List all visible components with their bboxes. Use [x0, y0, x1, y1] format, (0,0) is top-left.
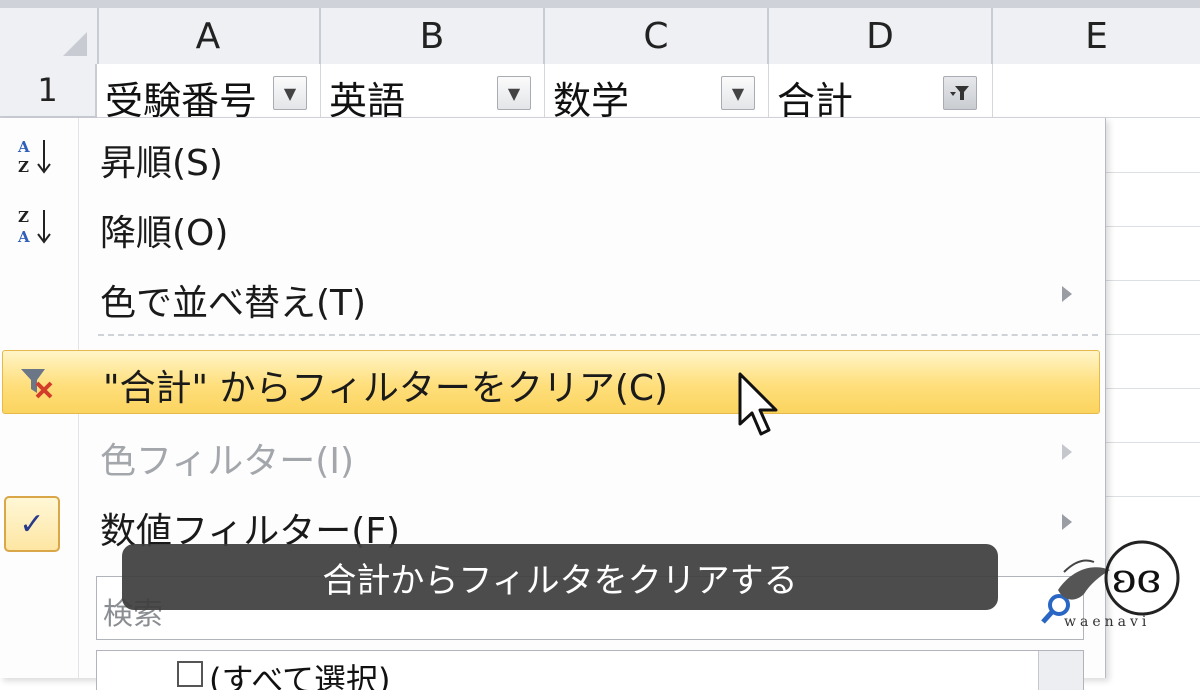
cell-e1[interactable] [993, 64, 1200, 118]
dropdown-arrow-icon: ▼ [507, 83, 521, 103]
submenu-arrow-icon [1062, 444, 1072, 460]
menu-item-label: "合計" からフィルターをクリア(C) [103, 368, 669, 409]
submenu-arrow-icon [1062, 514, 1072, 530]
window-top-edge [0, 0, 1200, 8]
header-cell-c1[interactable]: 数学 ▼ [545, 64, 769, 118]
mouse-cursor-icon [738, 372, 778, 436]
column-header-b[interactable]: B [321, 8, 545, 64]
corner-triangle-icon [63, 32, 87, 56]
filter-applied-icon [950, 86, 969, 100]
svg-text:A: A [17, 138, 30, 156]
list-scrollbar[interactable] [1038, 651, 1083, 690]
filter-dropdown-a[interactable]: ▼ [273, 76, 307, 110]
logo-text: waenavi [1064, 614, 1151, 630]
column-header-a[interactable]: A [97, 8, 321, 64]
grid-line [1105, 334, 1200, 335]
header-cell-a1[interactable]: 受験番号 ▼ [97, 64, 321, 118]
column-header-d[interactable]: D [769, 8, 993, 64]
sort-descending-icon: Z A [6, 202, 62, 250]
select-all-corner[interactable] [0, 8, 99, 64]
submenu-arrow-icon [1062, 286, 1072, 302]
caption-overlay: 合計からフィルタをクリアする [122, 544, 998, 610]
dropdown-arrow-icon: ▼ [283, 83, 297, 103]
menu-item-label: 色フィルター(I) [100, 441, 354, 482]
select-all-label: (すべて選択) [209, 661, 391, 690]
row-header-1[interactable]: 1 [0, 64, 97, 118]
sort-ascending-icon: A Z [6, 132, 62, 180]
header-cell-d1[interactable]: 合計 [769, 64, 993, 118]
svg-text:ʚɞ: ʚɞ [1112, 556, 1161, 602]
filter-dropdown-d-active[interactable] [943, 76, 977, 110]
grid-line [1105, 388, 1200, 389]
menu-item-label: 降順(O) [100, 213, 229, 254]
dropdown-arrow-icon: ▼ [731, 83, 745, 103]
checkmark-icon: ✓ [4, 496, 60, 552]
grid-line [1105, 442, 1200, 443]
filter-dropdown-c[interactable]: ▼ [721, 76, 755, 110]
menu-separator [98, 334, 1098, 336]
grid-line [1105, 496, 1200, 497]
cell-text: 受験番号 [105, 79, 258, 118]
cell-text: 英語 [329, 79, 406, 118]
cell-text: 合計 [777, 79, 854, 118]
menu-item-label: 昇順(S) [100, 143, 223, 184]
grid-line [1105, 172, 1200, 173]
menu-item-label: 色で並べ替え(T) [100, 283, 367, 324]
menu-item-sort-by-color[interactable]: 色で並べ替え(T) [0, 264, 1100, 328]
grid-line [1105, 280, 1200, 281]
column-header-c[interactable]: C [545, 8, 769, 64]
menu-item-sort-ascending[interactable]: A Z 昇順(S) [0, 124, 1100, 188]
filter-dropdown-b[interactable]: ▼ [497, 76, 531, 110]
menu-item-color-filter[interactable]: 色フィルター(I) [0, 422, 1100, 486]
cell-text: 数学 [553, 79, 630, 118]
column-header-e[interactable]: E [993, 8, 1200, 64]
svg-text:Z: Z [18, 158, 29, 176]
header-cell-b1[interactable]: 英語 ▼ [321, 64, 545, 118]
value-list[interactable]: (すべて選択) [96, 650, 1084, 690]
menu-item-sort-descending[interactable]: Z A 降順(O) [0, 194, 1100, 258]
svg-text:Z: Z [18, 208, 29, 226]
clear-filter-icon [9, 359, 65, 407]
svg-text:A: A [17, 228, 30, 246]
grid-line [1105, 226, 1200, 227]
menu-item-clear-filter[interactable]: "合計" からフィルターをクリア(C) [2, 350, 1100, 414]
select-all-checkbox[interactable] [177, 661, 203, 687]
